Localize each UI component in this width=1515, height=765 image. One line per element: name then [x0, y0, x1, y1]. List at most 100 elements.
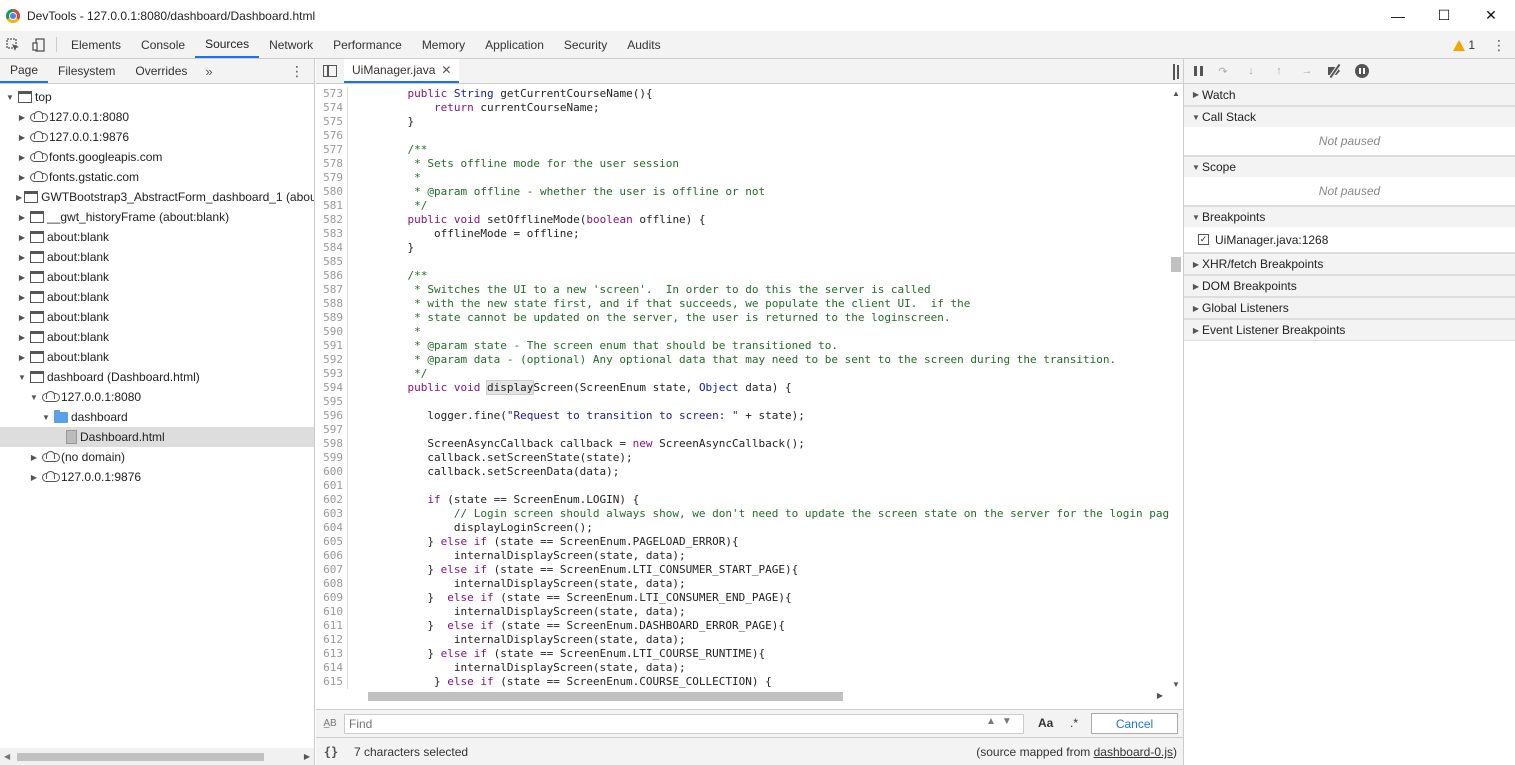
code-line[interactable]: 582 public void setOfflineMode(boolean o…	[316, 213, 1169, 227]
line-number[interactable]: 581	[316, 199, 348, 213]
scrollbar-thumb[interactable]	[17, 753, 264, 761]
code-line[interactable]: 612 internalDisplayScreen(state, data);	[316, 633, 1169, 647]
regex-button[interactable]: .*	[1070, 716, 1078, 730]
match-case-button[interactable]: Aa	[1038, 716, 1053, 730]
dom-breakpoints-header[interactable]: ▶ DOM Breakpoints	[1184, 275, 1515, 296]
tree-item[interactable]: ▶ about:blank	[0, 247, 314, 267]
tree-item[interactable]: ▶ __gwt_historyFrame (about:blank)	[0, 207, 314, 227]
line-number[interactable]: 599	[316, 451, 348, 465]
code-line[interactable]: 596 logger.fine("Request to transition t…	[316, 409, 1169, 423]
code-line[interactable]: 615 } else if (state == ScreenEnum.COURS…	[316, 675, 1169, 689]
line-number[interactable]: 596	[316, 409, 348, 423]
maximize-button[interactable]: ☐	[1421, 0, 1467, 31]
code-line[interactable]: 577 /**	[316, 143, 1169, 157]
minimize-button[interactable]: —	[1375, 0, 1421, 31]
line-number[interactable]: 579	[316, 171, 348, 185]
tree-item[interactable]: ▶ (no domain)	[0, 447, 314, 467]
code-line[interactable]: 598 ScreenAsyncCallback callback = new S…	[316, 437, 1169, 451]
tab-network[interactable]: Network	[259, 31, 323, 58]
line-number[interactable]: 591	[316, 339, 348, 353]
line-number[interactable]: 613	[316, 647, 348, 661]
tab-console[interactable]: Console	[131, 31, 195, 58]
code-line[interactable]: 605 } else if (state == ScreenEnum.PAGEL…	[316, 535, 1169, 549]
tab-audits[interactable]: Audits	[617, 31, 670, 58]
code-line[interactable]: 614 internalDisplayScreen(state, data);	[316, 661, 1169, 675]
tab-security[interactable]: Security	[554, 31, 617, 58]
code-view[interactable]: 573 public String getCurrentCourseName()…	[316, 87, 1169, 691]
breakpoint-item[interactable]: ✓ UiManager.java:1268	[1184, 227, 1515, 252]
line-number[interactable]: 598	[316, 437, 348, 451]
step-over-icon[interactable]: ↷	[1215, 65, 1231, 78]
close-tab-icon[interactable]: ✕	[441, 63, 451, 77]
tree-item[interactable]: ▶ about:blank	[0, 227, 314, 247]
more-tabs-button[interactable]: »	[197, 59, 220, 83]
close-window-button[interactable]: ✕	[1468, 0, 1514, 31]
code-line[interactable]: 581 */	[316, 199, 1169, 213]
line-number[interactable]: 578	[316, 157, 348, 171]
line-number[interactable]: 597	[316, 423, 348, 437]
line-number[interactable]: 610	[316, 605, 348, 619]
code-line[interactable]: 610 internalDisplayScreen(state, data);	[316, 605, 1169, 619]
line-number[interactable]: 573	[316, 87, 348, 101]
tree-item[interactable]: ▶ about:blank	[0, 327, 314, 347]
code-line[interactable]: 587 * Switches the UI to a new 'screen'.…	[316, 283, 1169, 297]
tab-elements[interactable]: Elements	[61, 31, 131, 58]
editor-horizontal-scrollbar[interactable]: ▶	[316, 689, 1169, 703]
line-number[interactable]: 588	[316, 297, 348, 311]
tab-sources[interactable]: Sources	[195, 31, 260, 58]
line-number[interactable]: 605	[316, 535, 348, 549]
breakpoints-header[interactable]: ▼ Breakpoints	[1184, 206, 1515, 227]
line-number[interactable]: 590	[316, 325, 348, 339]
line-number[interactable]: 608	[316, 577, 348, 591]
tree-item[interactable]: ▶ 127.0.0.1:9876	[0, 467, 314, 487]
code-line[interactable]: 585	[316, 255, 1169, 269]
tree-item[interactable]: ▶ 127.0.0.1:9876	[0, 127, 314, 147]
line-number[interactable]: 593	[316, 367, 348, 381]
line-number[interactable]: 582	[316, 213, 348, 227]
scrollbar-thumb[interactable]	[368, 692, 843, 701]
line-number[interactable]: 614	[316, 661, 348, 675]
code-line[interactable]: 586 /**	[316, 269, 1169, 283]
code-line[interactable]: 574 return currentCourseName;	[316, 101, 1169, 115]
tab-uimanager[interactable]: UiManager.java ✕	[344, 59, 460, 83]
line-number[interactable]: 575	[316, 115, 348, 129]
step-into-icon[interactable]: ↓	[1243, 65, 1259, 77]
scope-header[interactable]: ▼ Scope	[1184, 156, 1515, 177]
code-line[interactable]: 607 } else if (state == ScreenEnum.LTI_C…	[316, 563, 1169, 577]
code-line[interactable]: 591 * @param state - The screen enum tha…	[316, 339, 1169, 353]
line-number[interactable]: 586	[316, 269, 348, 283]
line-number[interactable]: 577	[316, 143, 348, 157]
code-line[interactable]: 603 // Login screen should always show, …	[316, 507, 1169, 521]
code-line[interactable]: 604 displayLoginScreen();	[316, 521, 1169, 535]
code-line[interactable]: 595	[316, 395, 1169, 409]
xhr-breakpoints-header[interactable]: ▶ XHR/fetch Breakpoints	[1184, 253, 1515, 274]
toggle-navigator-button[interactable]	[316, 59, 344, 83]
source-map-link[interactable]: dashboard-0.js	[1094, 745, 1173, 759]
pretty-print-button[interactable]: {}	[316, 745, 346, 759]
code-line[interactable]: 609 } else if (state == ScreenEnum.LTI_C…	[316, 591, 1169, 605]
find-previous-icon[interactable]: ▲	[986, 716, 996, 727]
code-line[interactable]: 599 callback.setScreenState(state);	[316, 451, 1169, 465]
line-number[interactable]: 615	[316, 675, 348, 689]
code-line[interactable]: 608 internalDisplayScreen(state, data);	[316, 577, 1169, 591]
code-line[interactable]: 613 } else if (state == ScreenEnum.LTI_C…	[316, 647, 1169, 661]
code-line[interactable]: 588 * with the new state first, and if t…	[316, 297, 1169, 311]
tab-application[interactable]: Application	[475, 31, 554, 58]
tab-page[interactable]: Page	[0, 59, 49, 83]
code-line[interactable]: 594 public void displayScreen(ScreenEnum…	[316, 380, 1169, 395]
code-line[interactable]: 611 } else if (state == ScreenEnum.DASHB…	[316, 619, 1169, 633]
scrollbar-thumb[interactable]	[1171, 257, 1181, 272]
global-listeners-header[interactable]: ▶ Global Listeners	[1184, 297, 1515, 318]
line-number[interactable]: 601	[316, 479, 348, 493]
cancel-button[interactable]: Cancel	[1091, 713, 1178, 734]
code-line[interactable]: 573 public String getCurrentCourseName()…	[316, 87, 1169, 101]
tree-item[interactable]: ▼ dashboard	[0, 407, 314, 427]
code-line[interactable]: 578 * Sets offline mode for the user ses…	[316, 157, 1169, 171]
pause-on-exceptions-icon[interactable]	[1355, 64, 1369, 78]
line-number[interactable]: 602	[316, 493, 348, 507]
event-listener-breakpoints-header[interactable]: ▶ Event Listener Breakpoints	[1184, 319, 1515, 340]
tree-item[interactable]: ▶ about:blank	[0, 287, 314, 307]
tree-item[interactable]: ▶ about:blank	[0, 347, 314, 367]
code-line[interactable]: 576	[316, 129, 1169, 143]
tree-item[interactable]: ▶ about:blank	[0, 267, 314, 287]
